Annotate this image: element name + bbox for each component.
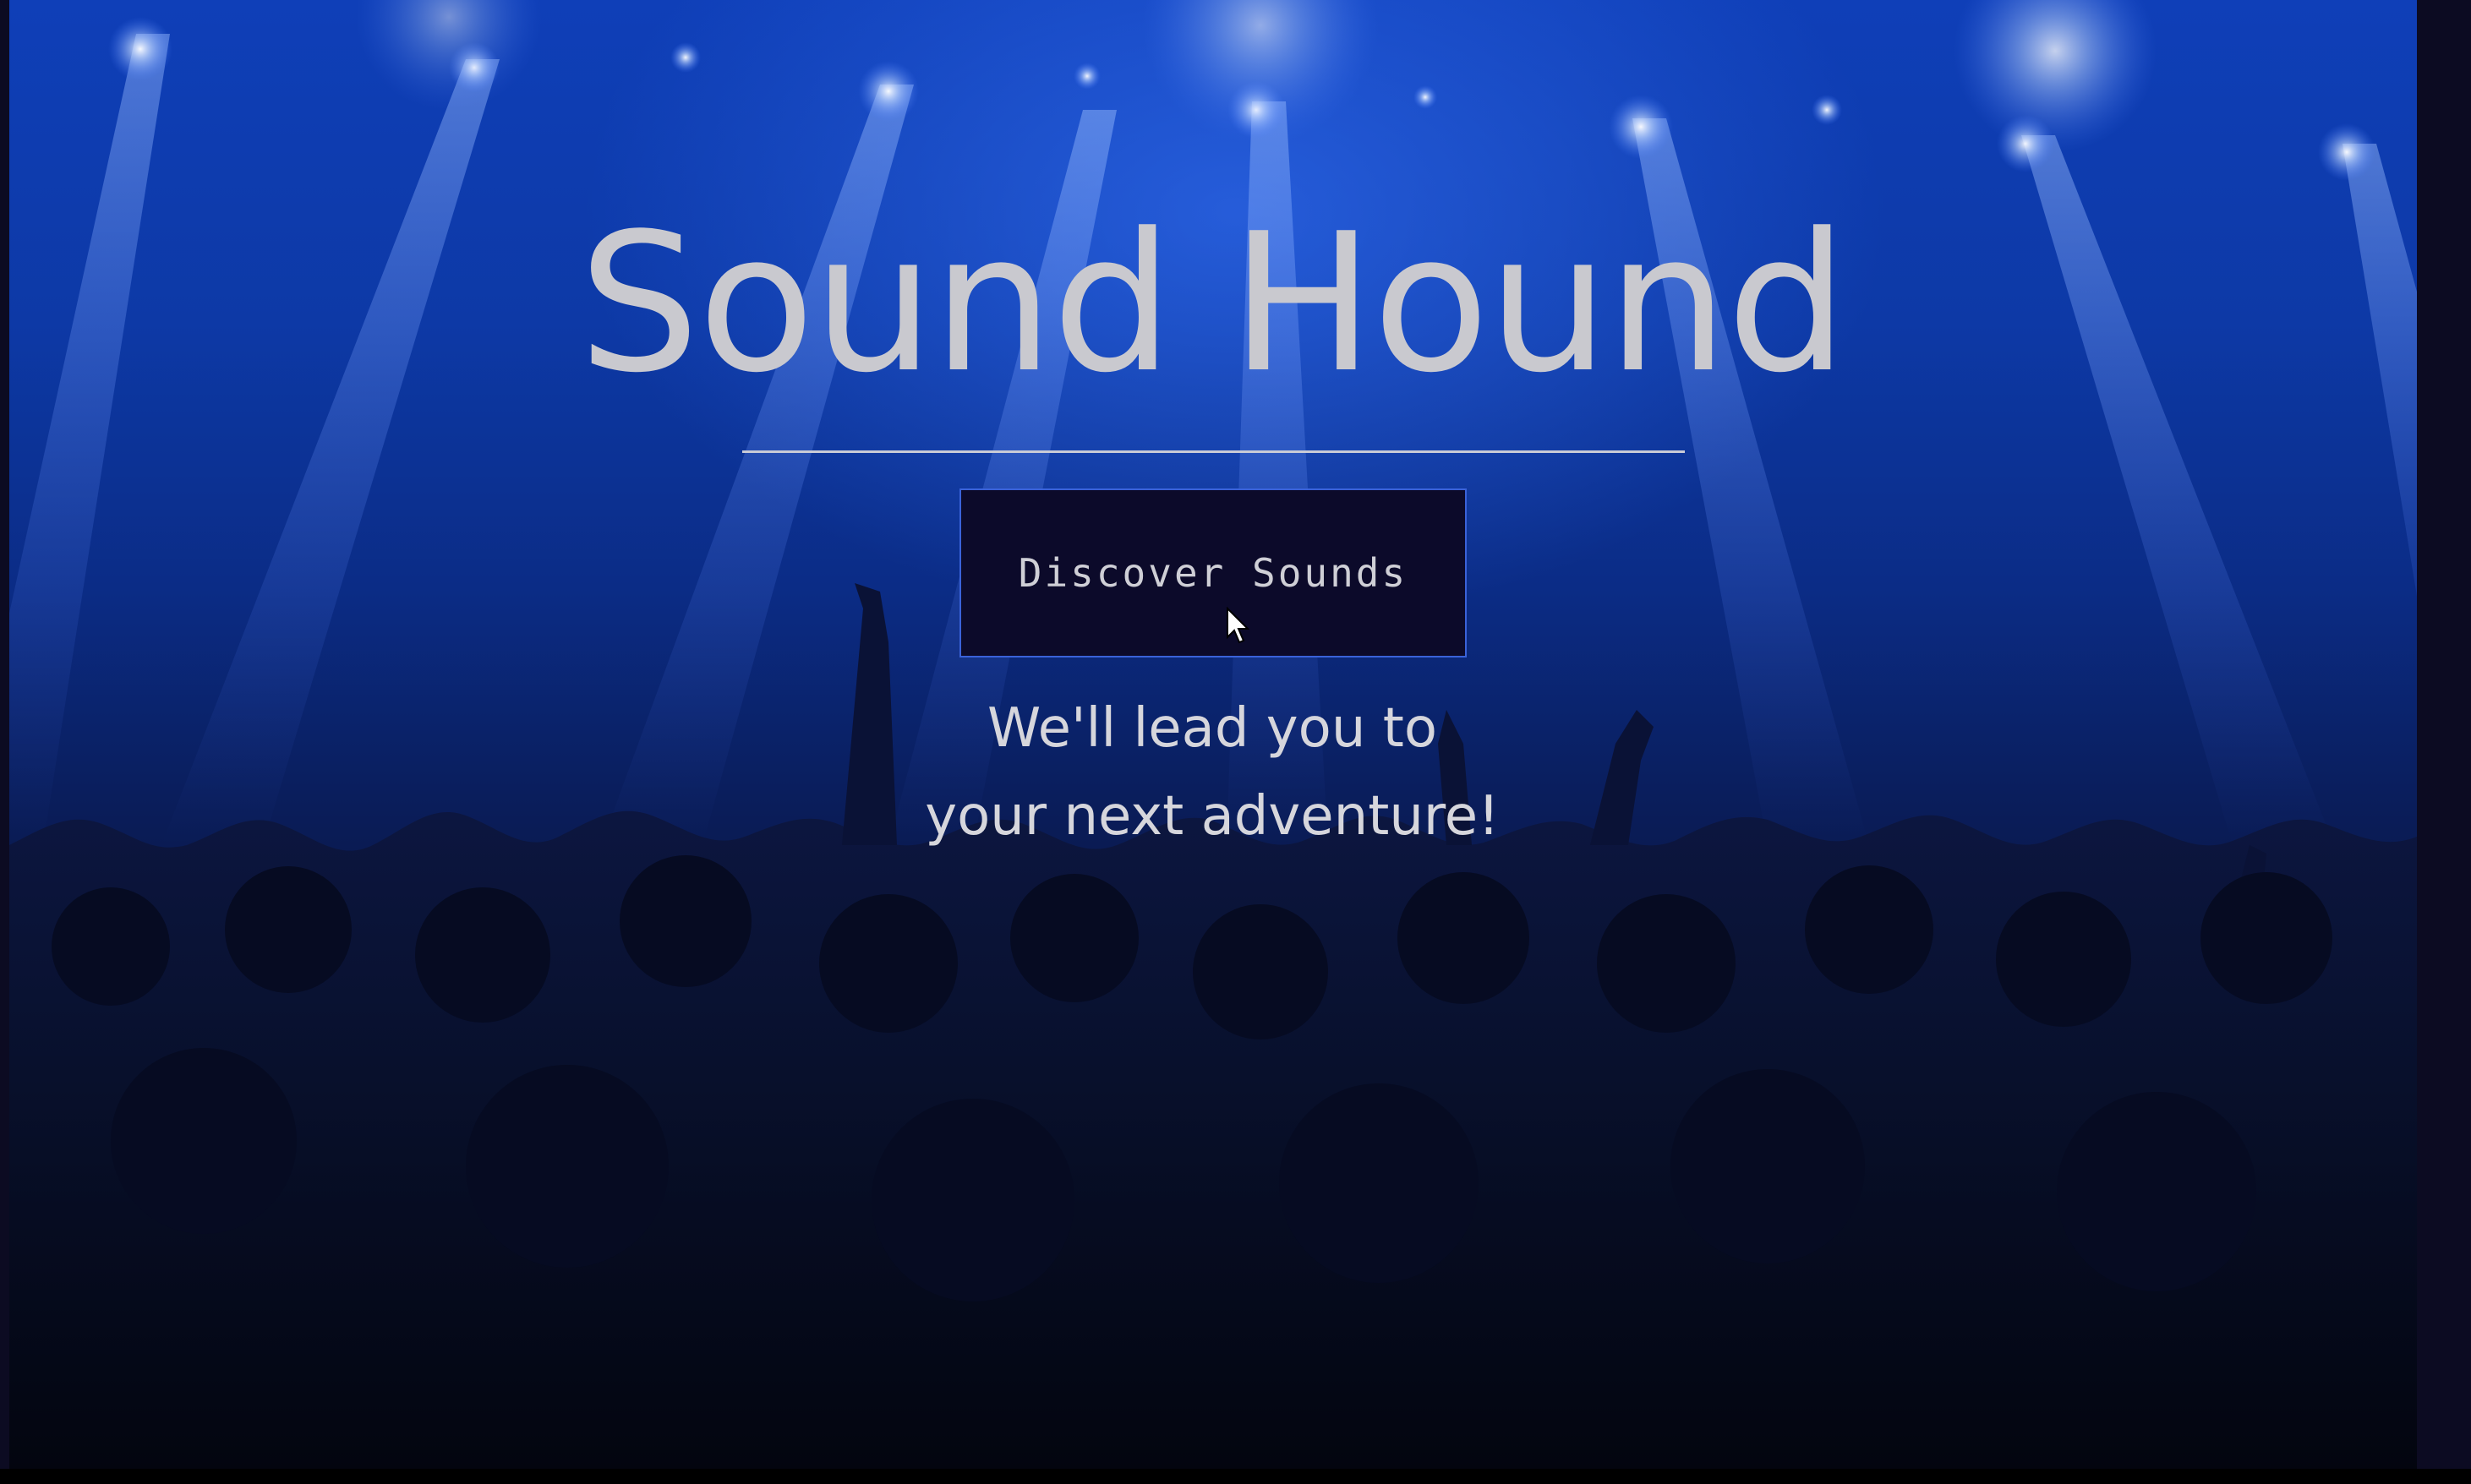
mouse-pointer-icon	[1227, 607, 1249, 644]
page-right-edge	[2417, 0, 2471, 1469]
tagline: We'll lead you to your next adventure!	[0, 685, 2425, 860]
page-bottom-edge	[0, 1469, 2471, 1484]
page-title: Sound Hound	[578, 193, 1848, 415]
title-divider	[742, 450, 1685, 453]
discover-sounds-button[interactable]: Discover Sounds	[959, 488, 1467, 657]
tagline-line-1: We'll lead you to	[987, 697, 1437, 760]
tagline-line-2: your next adventure!	[925, 785, 1500, 848]
